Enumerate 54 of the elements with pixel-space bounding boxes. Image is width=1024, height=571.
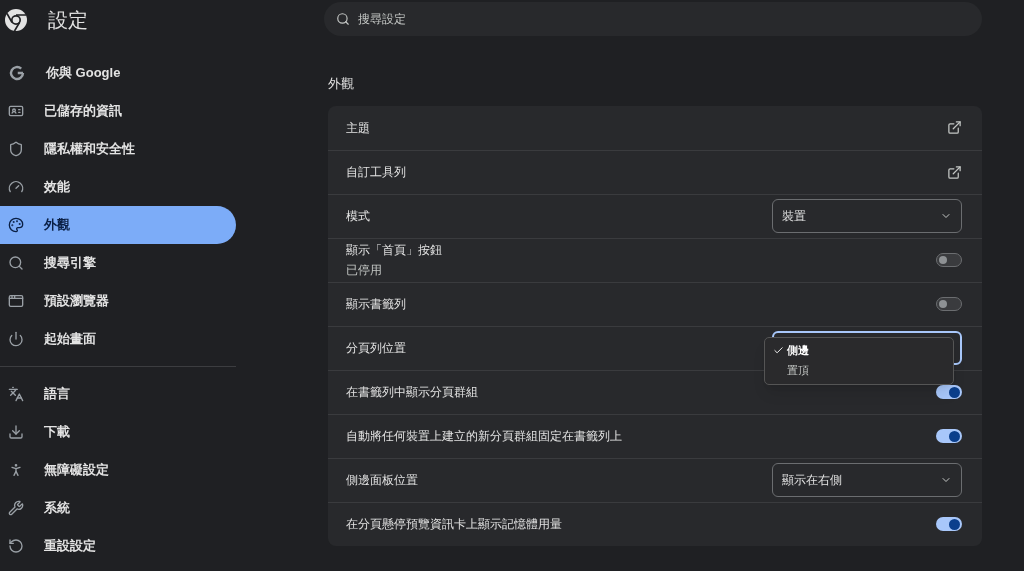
sidebar-item[interactable]: 重設設定 [0,527,236,565]
sidebar-item[interactable]: 起始畫面 [0,320,236,358]
setting-label: 自動將任何裝置上建立的新分頁群組固定在書籤列上 [346,428,622,445]
toggle-switch[interactable] [936,517,962,531]
menu-option[interactable]: 置頂 [765,360,953,381]
setting-label: 主題 [346,119,370,137]
person-list-icon [8,103,24,119]
reset-icon [8,538,24,554]
toggle-switch[interactable] [936,385,962,399]
sidebar-item[interactable]: 搜尋引擎 [0,244,236,282]
google-g-icon [8,64,26,82]
sidebar-item[interactable]: 預設瀏覽器 [0,282,236,320]
download-icon [8,424,24,440]
sidebar-item[interactable]: 你與 Google [0,54,236,92]
sidebar-item[interactable]: 語言 [0,375,236,413]
search-field[interactable]: 搜尋設定 [324,2,982,36]
sidebar-item[interactable]: 效能 [0,168,236,206]
external-link-icon[interactable] [947,164,962,180]
sidebar-item[interactable]: 下載 [0,413,236,451]
sidebar-item[interactable]: 隱私權和安全性 [0,130,236,168]
menu-option[interactable]: 側邊 [765,340,953,361]
toggle-switch[interactable] [936,297,962,311]
window-icon [8,293,24,309]
setting-label: 在分頁懸停預覽資訊卡上顯示記憶體用量 [346,516,562,533]
setting-label: 自訂工具列 [346,164,406,181]
toggle-switch[interactable] [936,429,962,443]
accessibility-icon [8,462,24,478]
setting-label: 模式 [346,208,370,225]
wrench-icon [8,500,24,516]
palette-icon [8,217,24,233]
sidebar-item[interactable]: 系統 [0,489,236,527]
sidebar-item[interactable]: 無障礙設定 [0,451,236,489]
toggle-switch[interactable] [936,253,962,267]
page-title: 設定 [48,8,88,33]
section-title: 外觀 [328,75,354,93]
setting-label: 在書籤列中顯示分頁群組 [346,384,478,401]
setting-sublabel: 已停用 [346,262,383,279]
shield-icon [8,141,24,157]
power-icon [8,331,24,347]
sidebar-item[interactable]: 已儲存的資訊 [0,92,236,130]
search-icon [336,12,350,26]
gauge-icon [8,179,24,195]
translate-icon [8,386,24,402]
setting-label: 側邊面板位置 [346,472,418,489]
browser-logo-icon [4,8,28,32]
sidebar-item[interactable]: 外觀 [0,206,236,244]
setting-label: 顯示「首頁」按鈕 [346,242,442,259]
check-icon [773,345,784,356]
search-icon [8,255,24,271]
external-link-icon[interactable] [947,120,962,135]
setting-label: 分頁列位置 [346,340,406,357]
dropdown-select[interactable]: 裝置 [772,199,962,233]
setting-label: 顯示書籤列 [346,296,406,313]
dropdown-select[interactable]: 顯示在右側 [772,463,962,497]
